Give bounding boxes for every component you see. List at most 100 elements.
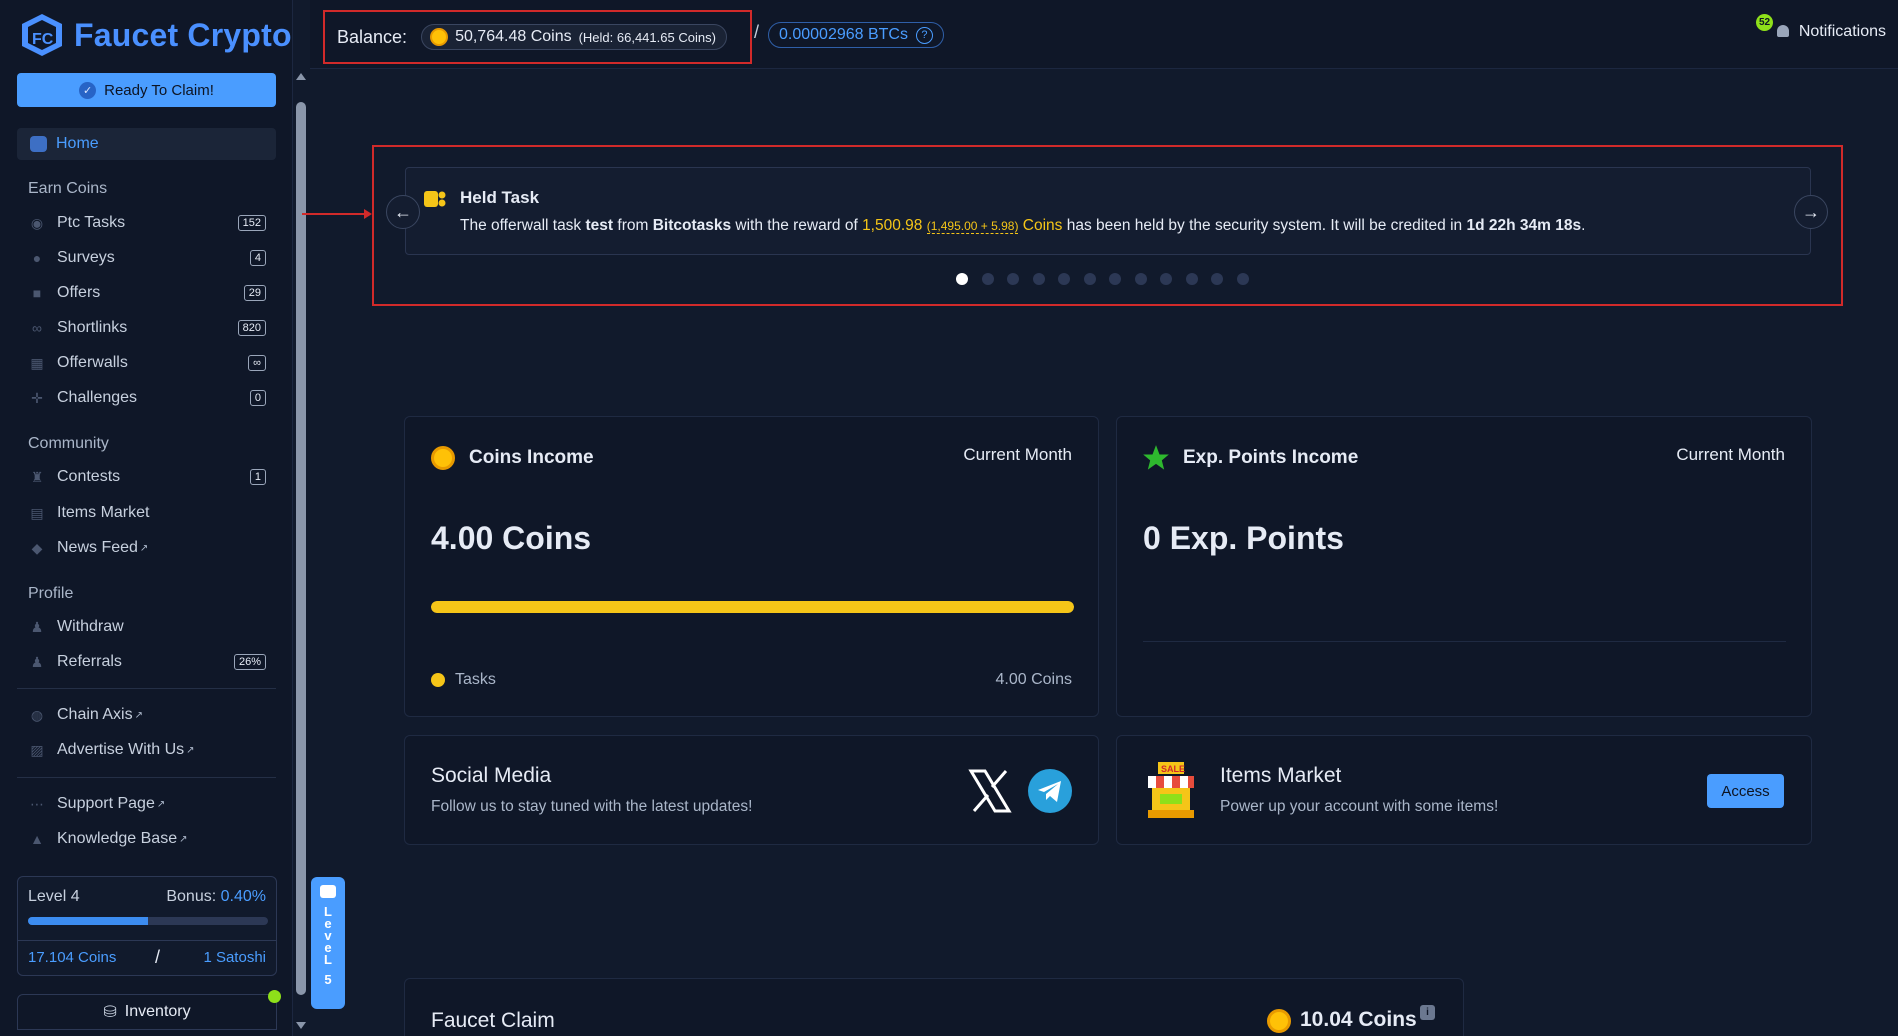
notifications-button[interactable]: Notifications [1775,23,1886,41]
sidebar-item-offers[interactable]: ■ Offers 29 [28,281,266,305]
btc-balance-pill[interactable]: 0.00002968 BTCs ? [768,22,944,48]
held-text-part: with the reward of [731,217,863,234]
balance-highlight: Balance: 50,764.48 Coins (Held: 66,441.6… [323,10,752,64]
ready-to-claim-button[interactable]: ✓ Ready To Claim! [17,73,276,107]
info-icon[interactable]: i [1420,1005,1435,1020]
brand-logo[interactable]: FC Faucet Crypto [20,12,292,58]
carousel-next-button[interactable]: → [1794,195,1828,229]
sidebar-item-label: Withdraw [57,618,124,635]
carousel-dot[interactable] [1211,273,1223,285]
ticket-icon [424,191,446,207]
carousel-dot[interactable] [1007,273,1019,285]
carousel-dot[interactable] [1109,273,1121,285]
news-icon: ◆ [31,539,43,556]
level-chat-tab[interactable]: LeveL5 [311,877,345,1009]
count-badge: ∞ [248,355,266,371]
ready-to-claim-label: Ready To Claim! [104,81,214,99]
sidebar-item-items-market[interactable]: ▤ Items Market [28,501,266,525]
held-task-provider: Bitcotasks [652,217,732,234]
bonus-value: 0.40% [220,888,266,905]
sidebar-item-shortlinks[interactable]: ∞ Shortlinks 820 [28,316,266,340]
sidebar-item-home[interactable]: Home [17,128,276,160]
level-vertical-label: LeveL5 [324,905,332,986]
help-icon[interactable]: ? [915,26,933,44]
chart-icon: ▨ [30,741,44,758]
held-task-breakdown[interactable]: (1,495.00 + 5.98) [926,219,1019,234]
sidebar-scrollbar[interactable] [296,102,306,995]
coins-income-bar [431,601,1074,613]
exp-income-title: Exp. Points Income [1183,447,1359,468]
social-media-card: Social Media Follow us to stay tuned wit… [404,735,1099,845]
target-icon: ✛ [31,389,43,406]
access-button[interactable]: Access [1707,774,1784,808]
sidebar-item-label: Advertise With Us [57,741,185,758]
scroll-down-arrow[interactable] [296,1022,306,1029]
faucet-claim-card: Faucet Claim 10.04 Coins i [404,978,1464,1036]
carousel-dot[interactable] [1058,273,1070,285]
section-earn-coins: Earn Coins [28,180,108,197]
bonus-text: Bonus: [166,888,217,905]
sidebar-item-support-page[interactable]: ⋯ Support Page ↗ [28,792,266,816]
sidebar-item-ptc-tasks[interactable]: ◉ Ptc Tasks 152 [28,211,266,235]
x-twitter-icon[interactable] [968,769,1012,813]
scroll-up-arrow[interactable] [296,73,306,80]
sidebar-item-withdraw[interactable]: ♟ Withdraw [28,615,266,639]
svg-text:FC: FC [32,31,54,48]
carousel-dot[interactable] [956,273,968,285]
held-task-card: Held Task The offerwall task test from B… [405,167,1811,255]
sidebar-item-chain-axis[interactable]: ◍ Chain Axis ↗ [28,703,266,727]
star-icon [1143,445,1169,470]
sidebar-item-news-feed[interactable]: ◆ News Feed ↗ [28,536,266,560]
bonus-label: Bonus: 0.40% [166,888,266,906]
held-text-part: The offerwall task [460,217,586,234]
carousel-dot[interactable] [1083,273,1096,285]
coins-balance-pill[interactable]: 50,764.48 Coins (Held: 66,441.65 Coins) [421,24,727,50]
carousel-prev-button[interactable]: ← [386,195,420,229]
carousel-dot[interactable] [1236,273,1249,285]
sidebar-item-label: Referrals [57,653,122,670]
carousel-dot[interactable] [981,273,994,285]
offers-icon: ■ [32,285,42,301]
carousel-dot[interactable] [1160,273,1172,285]
withdraw-icon: ♟ [30,618,44,635]
coins-income-fill [431,601,1074,613]
carousel-dot[interactable] [1134,273,1147,285]
arrow-left-icon: ← [394,201,412,222]
sidebar-item-advertise[interactable]: ▨ Advertise With Us ↗ [28,738,266,762]
sidebar-item-referrals[interactable]: ♟ Referrals 26% [28,650,266,674]
carousel-dot[interactable] [1185,273,1198,285]
level-progress-bar [28,917,268,925]
sale-shop-icon: SALE [1148,762,1194,818]
sidebar-item-challenges[interactable]: ✛ Challenges 0 [28,386,266,410]
brand-name: Faucet Crypto [74,16,292,53]
sidebar-item-label: Ptc Tasks [57,214,126,231]
telegram-icon[interactable] [1028,769,1072,813]
arrow-right-icon: → [1802,201,1820,222]
held-task-time: 1d 22h 34m 18s [1466,217,1582,234]
carousel-dot[interactable] [1032,273,1045,285]
coins-income-period[interactable]: Current Month [963,445,1072,465]
balance-separator: / [754,22,760,42]
sidebar-item-surveys[interactable]: ● Surveys 4 [28,246,266,270]
inventory-button[interactable]: ⛁ Inventory [17,994,277,1030]
exp-income-value: 0 Exp. Points [1143,520,1344,556]
count-badge: 1 [249,469,266,485]
sale-sign-text: SALE [1161,764,1185,774]
section-community: Community [28,435,109,452]
held-task-title: Held Task [460,188,540,207]
count-badge: 4 [249,250,266,266]
users-icon: ♟ [30,653,44,670]
sidebar-item-label: Surveys [57,249,115,266]
held-task-message: The offerwall task test from Bitcotasks … [460,217,1585,235]
items-market-subtitle: Power up your account with some items! [1220,798,1499,815]
sidebar-item-contests[interactable]: ♜ Contests 1 [28,465,266,489]
sidebar-item-offerwalls[interactable]: ▦ Offerwalls ∞ [28,351,266,375]
sidebar-item-knowledge-base[interactable]: ▲ Knowledge Base ↗ [28,827,266,851]
section-profile: Profile [28,585,74,602]
level-label: Level 4 [28,888,80,905]
coins-income-value: 4.00 Coins [431,520,592,556]
exp-income-period[interactable]: Current Month [1676,445,1785,465]
coins-income-title: Coins Income [469,447,594,468]
level-letter: L [324,952,332,967]
faucet-claim-title: Faucet Claim [431,1009,555,1032]
